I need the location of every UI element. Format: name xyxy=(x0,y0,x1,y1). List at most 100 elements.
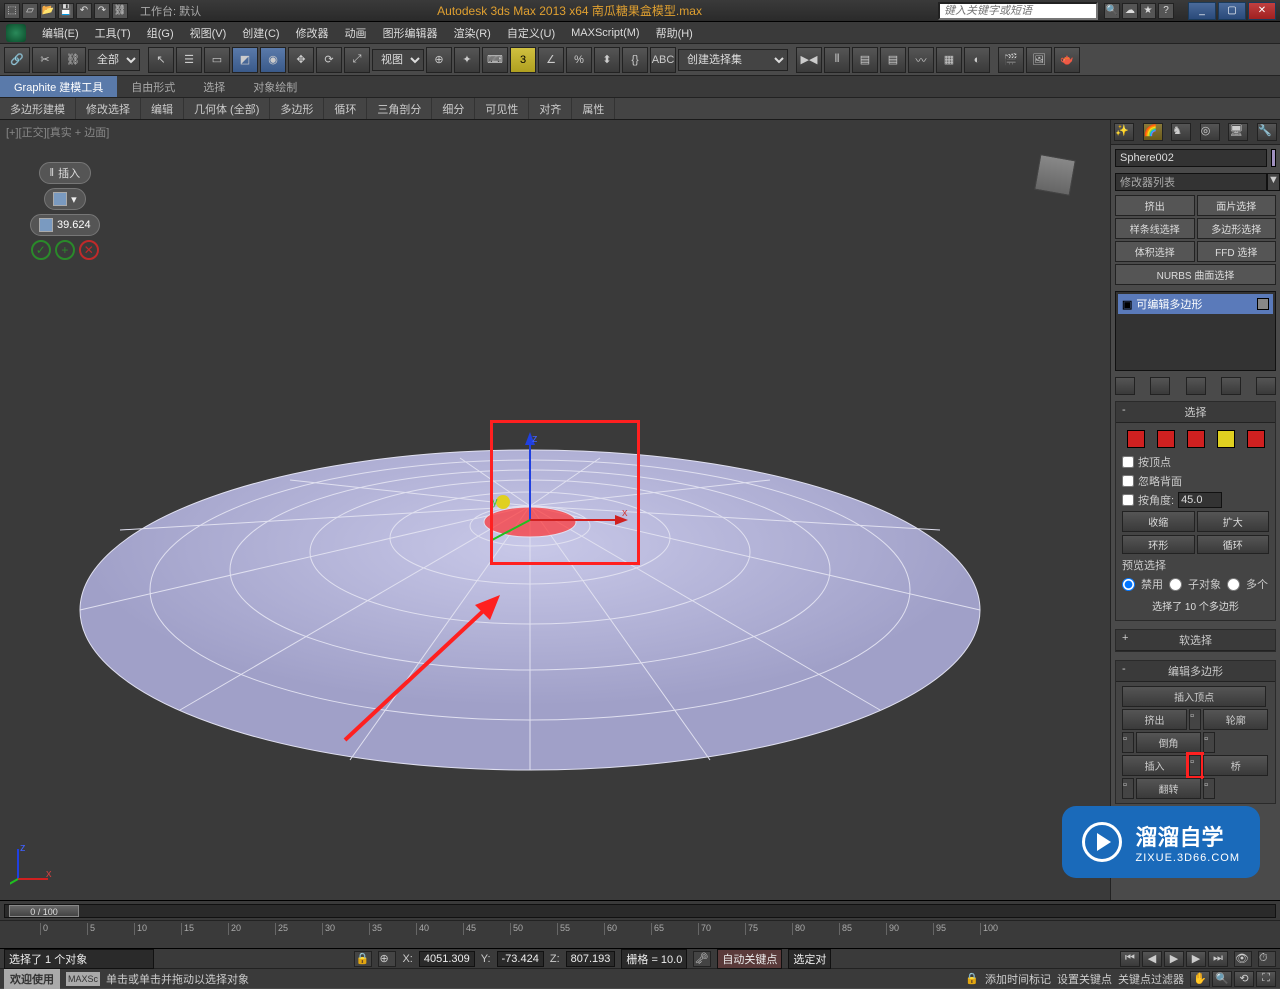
edit-sel-set-icon[interactable]: {} xyxy=(622,47,648,73)
menu-edit[interactable]: 编辑(E) xyxy=(34,23,87,43)
menu-customize[interactable]: 自定义(U) xyxy=(499,23,563,43)
config-icon[interactable] xyxy=(1256,377,1276,395)
ribbon-toggle-icon[interactable]: ▤ xyxy=(880,47,906,73)
edge-sub-icon[interactable] xyxy=(1157,430,1175,448)
schematic-icon[interactable]: ▦ xyxy=(936,47,962,73)
show-end-icon[interactable] xyxy=(1150,377,1170,395)
abs-rel-icon[interactable]: ⊕ xyxy=(378,951,396,967)
preview-multi-radio[interactable] xyxy=(1227,578,1240,591)
rsub-poly-model[interactable]: 多边形建模 xyxy=(0,98,76,119)
by-vertex-check[interactable] xyxy=(1122,456,1134,468)
window-crossing-icon[interactable]: ◩ xyxy=(232,47,258,73)
pivot-icon[interactable]: ⊕ xyxy=(426,47,452,73)
modify-panel-icon[interactable]: 🌈 xyxy=(1143,123,1163,141)
pin-icon[interactable] xyxy=(1257,298,1269,310)
extrude-settings-icon[interactable]: ▫ xyxy=(1189,709,1201,730)
rsub-align[interactable]: 对齐 xyxy=(529,98,572,119)
menu-modifiers[interactable]: 修改器 xyxy=(288,23,337,43)
menu-create[interactable]: 创建(C) xyxy=(234,23,287,43)
ribbon-tab-paint[interactable]: 对象绘制 xyxy=(239,76,311,97)
time-config-icon[interactable]: ⏱ xyxy=(1258,951,1276,967)
percent-snap-icon[interactable]: % xyxy=(566,47,592,73)
coord-z-input[interactable]: 807.193 xyxy=(566,951,616,967)
move-tool-icon[interactable]: ✥ xyxy=(288,47,314,73)
ribbon-tab-freeform[interactable]: 自由形式 xyxy=(117,76,189,97)
rsub-edit[interactable]: 编辑 xyxy=(141,98,184,119)
modifier-list-dropdown-icon[interactable]: ▼ xyxy=(1267,173,1280,191)
align-icon[interactable]: ⫴ xyxy=(824,47,850,73)
help-cloud-icon[interactable]: ☁ xyxy=(1122,3,1138,19)
unlink-tool-icon[interactable]: ✂ xyxy=(32,47,58,73)
caddy-apply-button[interactable]: + xyxy=(55,240,75,260)
object-name-input[interactable] xyxy=(1115,149,1267,167)
rsub-properties[interactable]: 属性 xyxy=(572,98,615,119)
mod-btn-poly[interactable]: 多边形选择 xyxy=(1197,218,1277,239)
by-angle-check[interactable] xyxy=(1122,494,1134,506)
scale-tool-icon[interactable]: ⤢ xyxy=(344,47,370,73)
bridge-button[interactable]: 桥 xyxy=(1203,755,1268,776)
caddy-title[interactable]: ‖ 插入 xyxy=(39,162,92,184)
nav-orbit-icon[interactable]: ⟲ xyxy=(1234,971,1254,987)
menu-help[interactable]: 帮助(H) xyxy=(648,23,701,43)
nav-pan-icon[interactable]: ✋ xyxy=(1190,971,1210,987)
search-icon[interactable]: 🔍 xyxy=(1104,3,1120,19)
save-icon[interactable]: 💾 xyxy=(58,3,74,19)
nav-max-icon[interactable]: ⛶ xyxy=(1256,971,1276,987)
display-panel-icon[interactable]: 🖥 xyxy=(1228,123,1248,141)
app-logo-icon[interactable] xyxy=(6,24,26,42)
snap-toggle-icon[interactable]: 3 xyxy=(510,47,536,73)
shrink-button[interactable]: 收缩 xyxy=(1122,511,1195,532)
inset-settings-icon[interactable]: ▫ xyxy=(1189,755,1201,776)
lock-sel-icon[interactable]: 🔒 xyxy=(354,951,372,967)
ignore-back-check[interactable] xyxy=(1122,475,1134,487)
spinner-snap-icon[interactable]: ⬍ xyxy=(594,47,620,73)
layer-mgr-icon[interactable]: ▤ xyxy=(852,47,878,73)
caddy-ok-button[interactable]: ✓ xyxy=(31,240,51,260)
border-sub-icon[interactable] xyxy=(1187,430,1205,448)
viewcube[interactable] xyxy=(1030,150,1080,200)
app-icon[interactable]: ⬚ xyxy=(4,3,20,19)
rsub-subdiv[interactable]: 细分 xyxy=(432,98,475,119)
rollout-soft-title[interactable]: 软选择 xyxy=(1179,632,1212,648)
mod-btn-nurbs[interactable]: NURBS 曲面选择 xyxy=(1115,264,1276,285)
angle-snap-icon[interactable]: ∠ xyxy=(538,47,564,73)
key-icon[interactable]: 🗝 xyxy=(693,951,711,967)
close-button[interactable]: ✕ xyxy=(1248,2,1276,20)
rsub-polygon[interactable]: 多边形 xyxy=(270,98,324,119)
mod-btn-extrude[interactable]: 挤出 xyxy=(1115,195,1195,216)
caddy-cancel-button[interactable]: ✕ xyxy=(79,240,99,260)
loop-button[interactable]: 循环 xyxy=(1197,535,1270,554)
maxscript-mini[interactable]: MAXSc xyxy=(66,972,100,986)
maximize-button[interactable]: ▢ xyxy=(1218,2,1246,20)
insert-vertex-button[interactable]: 插入顶点 xyxy=(1122,686,1266,707)
select-name-icon[interactable]: ☰ xyxy=(176,47,202,73)
time-slider-track[interactable]: 0 / 100 xyxy=(4,904,1276,918)
bridge-settings-icon[interactable]: ▫ xyxy=(1122,778,1134,799)
rect-select-icon[interactable]: ▭ xyxy=(204,47,230,73)
named-sel-icon[interactable]: ABC xyxy=(650,47,676,73)
object-color-swatch[interactable] xyxy=(1271,149,1276,167)
favorite-icon[interactable]: ★ xyxy=(1140,3,1156,19)
autokey-button[interactable]: 自动关键点 xyxy=(717,949,782,969)
prev-frame-icon[interactable]: ◀ xyxy=(1142,951,1162,967)
polygon-sub-icon[interactable] xyxy=(1217,430,1235,448)
key-selset[interactable]: 选定对 xyxy=(788,949,831,969)
unique-icon[interactable] xyxy=(1186,377,1206,395)
mod-btn-spline[interactable]: 样条线选择 xyxy=(1115,218,1195,239)
ribbon-tab-graphite[interactable]: Graphite 建模工具 xyxy=(0,76,117,97)
selection-set-select[interactable]: 创建选择集 xyxy=(678,49,788,71)
inset-button[interactable]: 插入 xyxy=(1122,755,1187,776)
flip-button[interactable]: 翻转 xyxy=(1136,778,1201,799)
help-search-input[interactable] xyxy=(938,2,1098,20)
isolate-icon[interactable]: 👁 xyxy=(1234,951,1252,967)
rollout-editpoly-title[interactable]: 编辑多边形 xyxy=(1168,663,1223,679)
menu-maxscript[interactable]: MAXScript(M) xyxy=(563,25,647,41)
setkey-button[interactable]: 设置关键点 xyxy=(1057,971,1112,987)
rsub-visibility[interactable]: 可见性 xyxy=(475,98,529,119)
menu-render[interactable]: 渲染(R) xyxy=(446,23,499,43)
mod-btn-vol[interactable]: 体积选择 xyxy=(1115,241,1195,262)
viewport-label[interactable]: [+][正交][真实 + 边面] xyxy=(6,124,109,140)
time-ruler[interactable]: 0510152025303540455055606570758085909510… xyxy=(40,921,980,948)
expand-icon[interactable]: ▣ xyxy=(1122,298,1132,311)
minimize-button[interactable]: _ xyxy=(1188,2,1216,20)
